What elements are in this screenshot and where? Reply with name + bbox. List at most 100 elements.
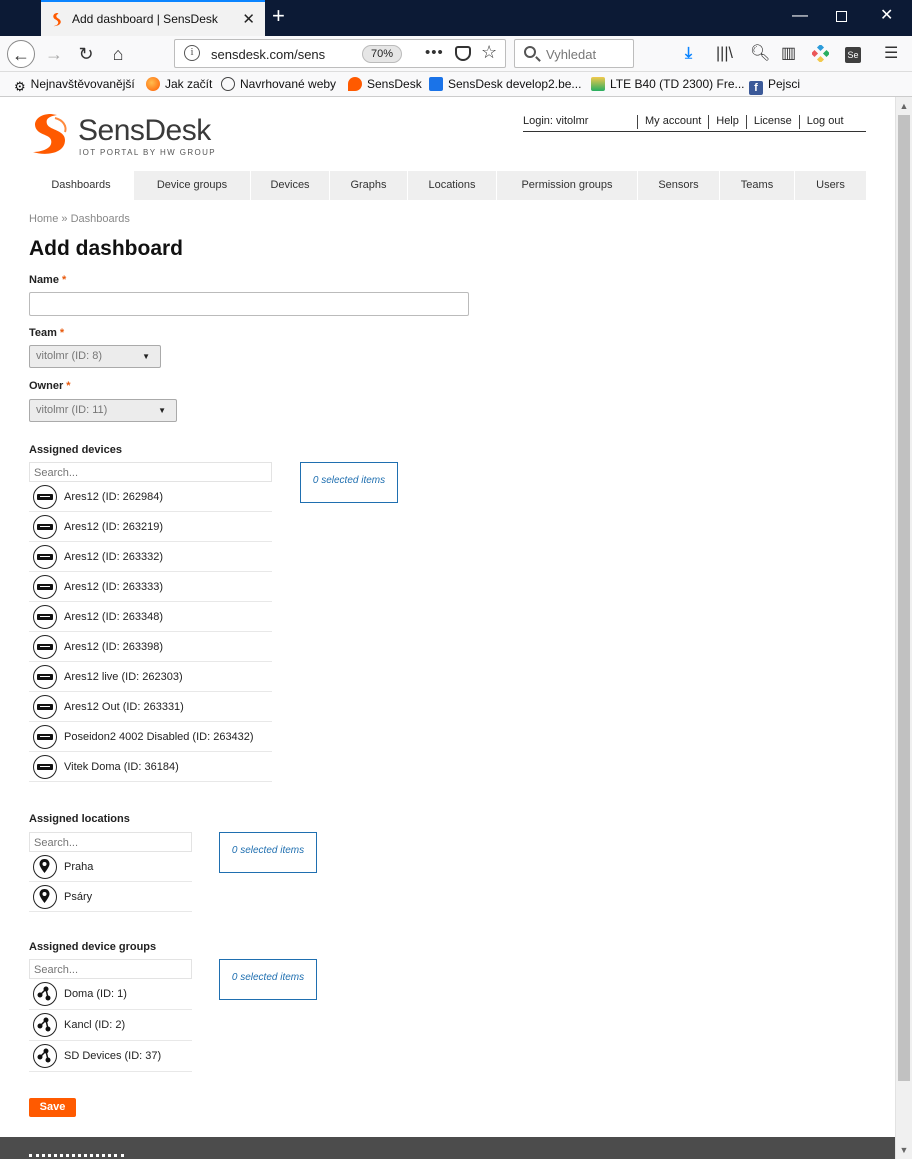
menu-hamburger-icon[interactable]: ☰ — [884, 45, 898, 63]
logo-tagline: IOT PORTAL BY HW GROUP — [79, 148, 217, 157]
nav-graphs[interactable]: Graphs — [330, 171, 408, 200]
save-button[interactable]: Save — [29, 1098, 76, 1117]
locations-selected-box[interactable]: 0 selected items — [219, 832, 317, 873]
my-account-link[interactable]: My account — [638, 115, 710, 129]
breadcrumb[interactable]: Home » Dashboards — [29, 213, 130, 225]
search-bar[interactable]: Vyhledat — [514, 39, 634, 68]
url-text[interactable]: sensdesk.com/sens — [211, 47, 327, 62]
devices-search-input[interactable] — [30, 464, 271, 482]
scroll-down-arrow-icon[interactable]: ▼ — [898, 1145, 910, 1155]
device-group-item[interactable]: SD Devices (ID: 37) — [29, 1041, 192, 1072]
selenium-icon[interactable]: Se — [845, 45, 861, 63]
home-icon[interactable]: ⌂ — [104, 40, 132, 68]
name-label: Name * — [29, 274, 67, 286]
back-icon[interactable]: ← — [7, 40, 35, 68]
nav-device-groups[interactable]: Device groups — [134, 171, 251, 200]
bookmark-lte-b40[interactable]: LTE B40 (TD 2300) Fre... — [591, 77, 745, 91]
help-link[interactable]: Help — [709, 115, 747, 129]
device-item[interactable]: Ares12 (ID: 263333) — [29, 572, 272, 602]
location-item[interactable]: Praha — [29, 852, 192, 882]
team-select-value: vitolmr (ID: 8) — [36, 350, 102, 362]
nav-permission-groups[interactable]: Permission groups — [497, 171, 638, 200]
map-pin-icon — [33, 885, 57, 909]
location-item[interactable]: Psáry — [29, 882, 192, 912]
devices-selected-box[interactable]: 0 selected items — [300, 462, 398, 503]
device-icon — [33, 635, 57, 659]
device-group-item[interactable]: Doma (ID: 1) — [29, 979, 192, 1010]
bookmark-suggested-sites[interactable]: Navrhované weby — [221, 77, 336, 91]
library-icon[interactable]: |||\ — [716, 45, 733, 63]
locations-search-box[interactable] — [29, 832, 192, 852]
page-scrollbar[interactable]: ▲ ▼ — [895, 97, 912, 1159]
team-select[interactable]: vitolmr (ID: 8) ▼ — [29, 345, 161, 368]
footer-logo — [29, 1154, 124, 1158]
zoom-level-badge[interactable]: 70% — [362, 45, 402, 63]
tab-close-icon[interactable]: ✕ — [242, 10, 255, 28]
groups-search-input[interactable] — [30, 961, 191, 979]
devices-search-box[interactable] — [29, 462, 272, 482]
device-item[interactable]: Ares12 (ID: 262984) — [29, 482, 272, 512]
minimize-icon[interactable]: — — [792, 6, 808, 26]
sensdesk-logo-icon — [33, 114, 67, 154]
bookmark-sensdesk-develop2[interactable]: SensDesk develop2.be... — [429, 77, 581, 91]
page-footer — [0, 1137, 895, 1159]
nav-teams[interactable]: Teams — [720, 171, 795, 200]
device-item[interactable]: Ares12 (ID: 263398) — [29, 632, 272, 662]
device-icon — [33, 725, 57, 749]
nav-dashboards[interactable]: Dashboards — [29, 171, 134, 200]
device-item[interactable]: Ares12 (ID: 263332) — [29, 542, 272, 572]
document-icon — [429, 77, 443, 91]
device-item[interactable]: Ares12 Out (ID: 263331) — [29, 692, 272, 722]
firefox-icon — [146, 77, 160, 91]
browser-tab[interactable]: Add dashboard | SensDesk ✕ — [41, 0, 265, 36]
scroll-up-arrow-icon[interactable]: ▲ — [898, 101, 910, 111]
owner-select[interactable]: vitolmr (ID: 11) ▼ — [29, 399, 177, 422]
bookmark-most-visited[interactable]: ⚙ Nejnavštěvovanější — [14, 77, 135, 95]
caret-down-icon: ▼ — [142, 352, 150, 361]
assigned-device-groups-label: Assigned device groups — [29, 941, 157, 953]
device-group-item[interactable]: Kancl (ID: 2) — [29, 1010, 192, 1041]
groups-search-box[interactable] — [29, 959, 192, 979]
sensdesk-icon — [348, 77, 362, 91]
reader-view-icon[interactable]: ▥ — [781, 45, 796, 63]
extension-colorful-icon[interactable] — [810, 43, 831, 67]
url-bar[interactable]: i sensdesk.com/sens 70% ••• ☆ — [174, 39, 506, 68]
required-marker: * — [59, 327, 65, 339]
new-tab-icon[interactable]: + — [272, 5, 285, 27]
page-actions-icon[interactable]: ••• — [425, 44, 444, 61]
bookmark-getting-started[interactable]: Jak začít — [146, 77, 212, 91]
device-item[interactable]: Ares12 (ID: 263348) — [29, 602, 272, 632]
logout-link[interactable]: Log out — [800, 115, 844, 129]
nav-devices[interactable]: Devices — [251, 171, 330, 200]
required-marker: * — [61, 274, 67, 286]
device-item[interactable]: Vitek Doma (ID: 36184) — [29, 752, 272, 782]
nav-locations[interactable]: Locations — [408, 171, 497, 200]
forward-icon[interactable]: → — [40, 40, 68, 68]
pocket-icon[interactable] — [455, 46, 471, 61]
maximize-icon[interactable] — [836, 8, 847, 28]
globe-icon — [221, 77, 235, 91]
nav-sensors[interactable]: Sensors — [638, 171, 720, 200]
bookmark-sensdesk[interactable]: SensDesk — [348, 77, 422, 91]
scrollbar-thumb[interactable] — [898, 115, 910, 1081]
device-item[interactable]: Poseidon2 4002 Disabled (ID: 263432) — [29, 722, 272, 752]
key-icon[interactable]: 🔍︎ — [750, 45, 770, 63]
bookmark-star-icon[interactable]: ☆ — [481, 42, 497, 63]
bookmark-pejsci[interactable]: f Pejsci — [749, 77, 800, 95]
window-close-icon[interactable]: ✕ — [880, 6, 893, 26]
nav-users[interactable]: Users — [795, 171, 866, 200]
name-input[interactable] — [29, 292, 469, 316]
download-icon[interactable]: ⤓ — [685, 45, 692, 63]
login-label: Login: vitolmr — [523, 115, 638, 129]
groups-selected-box[interactable]: 0 selected items — [219, 959, 317, 1000]
locations-search-input[interactable] — [30, 834, 191, 852]
license-link[interactable]: License — [747, 115, 800, 129]
site-info-icon[interactable]: i — [184, 45, 200, 61]
device-item[interactable]: Ares12 live (ID: 262303) — [29, 662, 272, 692]
device-icon — [33, 605, 57, 629]
device-item[interactable]: Ares12 (ID: 263219) — [29, 512, 272, 542]
device-icon — [33, 545, 57, 569]
device-icon — [33, 515, 57, 539]
device-group-icon — [33, 1013, 57, 1037]
reload-icon[interactable]: ↻ — [72, 40, 100, 68]
